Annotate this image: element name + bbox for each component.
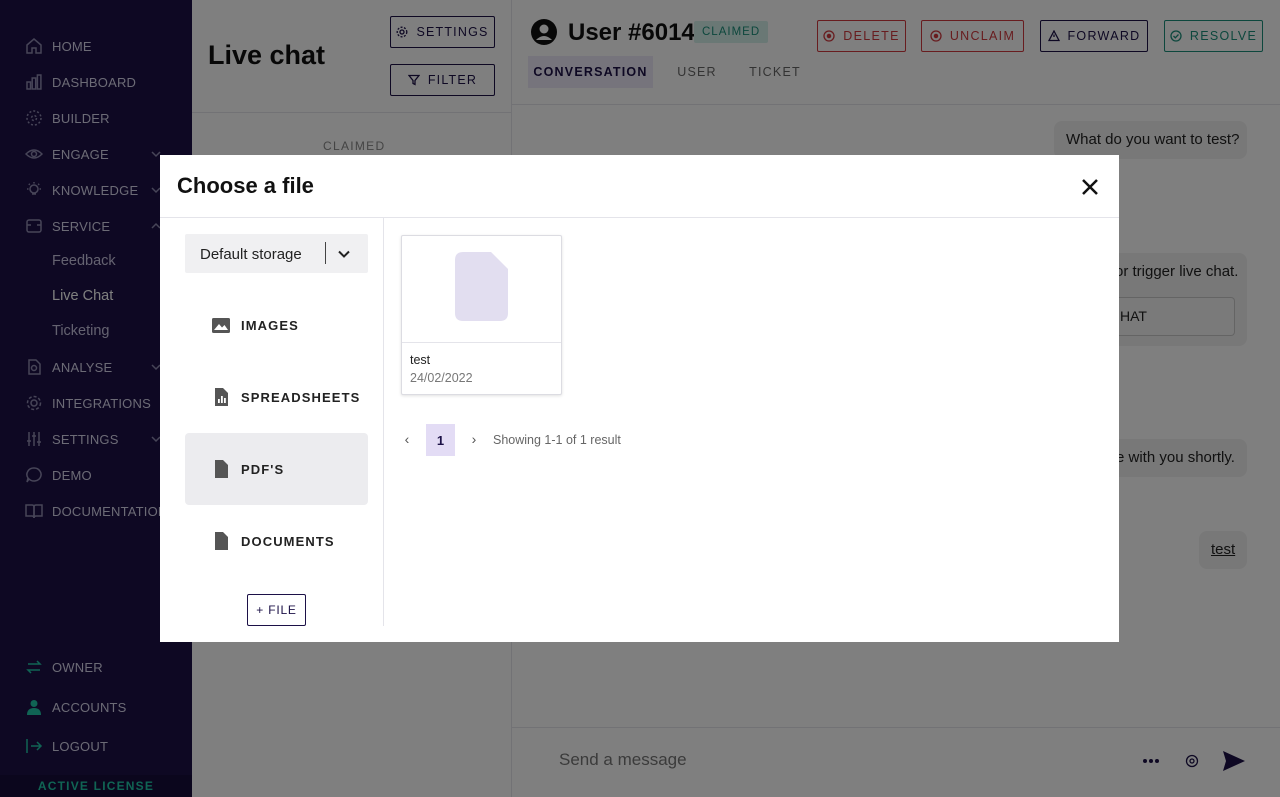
file-category-sidebar: Default storage IMAGES SPREADSHEETS PDF'… (160, 218, 384, 626)
storage-select-value: Default storage (200, 246, 302, 263)
category-documents[interactable]: DOCUMENTS (185, 505, 368, 577)
pagination-next[interactable]: › (468, 431, 480, 447)
file-name: test (410, 353, 431, 367)
category-label: DOCUMENTS (241, 534, 335, 549)
document-icon (215, 460, 228, 478)
select-separator (325, 242, 326, 264)
category-label: PDF'S (241, 462, 285, 477)
add-file-button[interactable]: + FILE (247, 594, 306, 626)
image-icon (212, 318, 230, 333)
category-label: SPREADSHEETS (241, 390, 361, 405)
pagination-info: Showing 1-1 of 1 result (493, 433, 621, 447)
document-icon (215, 532, 228, 550)
dialog-title: Choose a file (177, 173, 314, 198)
pagination-prev[interactable]: ‹ (401, 431, 413, 447)
file-thumbnail (402, 236, 561, 343)
category-pdfs[interactable]: PDF'S (185, 433, 368, 505)
category-label: IMAGES (241, 318, 299, 333)
category-spreadsheets[interactable]: SPREADSHEETS (185, 361, 368, 433)
storage-select[interactable]: Default storage (185, 234, 368, 273)
file-date: 24/02/2022 (410, 371, 473, 385)
pagination-page[interactable]: 1 (426, 424, 455, 456)
choose-file-dialog: Choose a file Default storage IMAGES SPR… (160, 155, 1119, 642)
file-card[interactable]: test 24/02/2022 (401, 235, 562, 395)
chevron-down-icon (338, 250, 350, 258)
category-images[interactable]: IMAGES (185, 289, 368, 361)
file-icon (455, 252, 508, 321)
spreadsheet-icon (215, 388, 228, 406)
close-icon[interactable] (1080, 177, 1100, 197)
